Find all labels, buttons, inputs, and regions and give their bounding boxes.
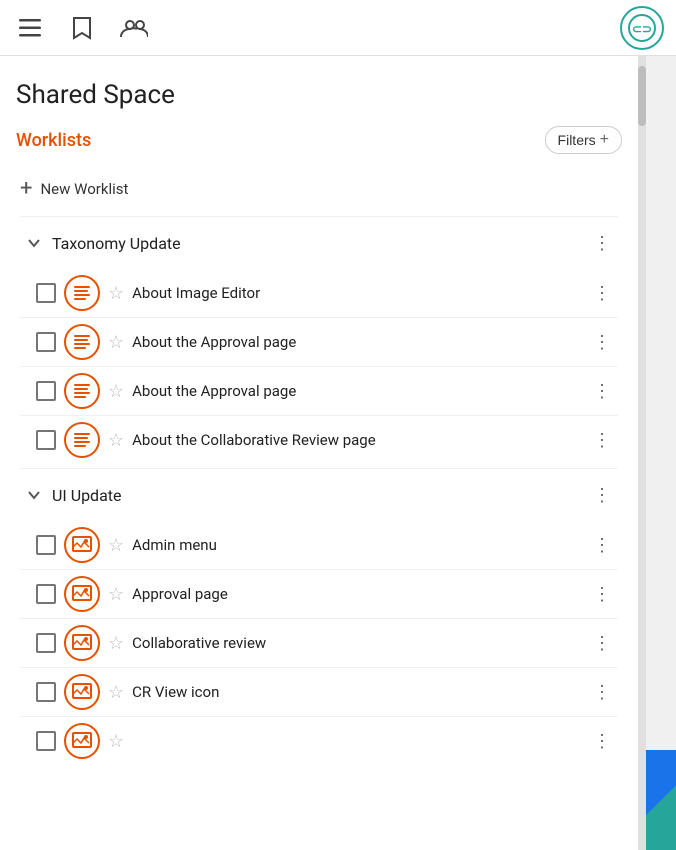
filters-plus-icon: +	[600, 131, 609, 149]
right-decoration	[646, 56, 676, 850]
item-label: Approval page	[132, 585, 578, 603]
list-item: ☆ About the Collaborative Review page ⋮	[32, 416, 622, 464]
document-icon	[70, 282, 94, 304]
item-checkbox[interactable]	[36, 381, 56, 401]
item-checkbox[interactable]	[36, 682, 56, 702]
filters-button[interactable]: Filters +	[545, 126, 622, 154]
item-label: About Image Editor	[132, 284, 578, 302]
item-more-button[interactable]: ⋮	[586, 277, 618, 309]
taxonomy-update-title: Taxonomy Update	[52, 234, 586, 253]
item-more-button[interactable]: ⋮	[586, 424, 618, 456]
item-more-button[interactable]: ⋮	[586, 375, 618, 407]
star-icon[interactable]: ☆	[108, 633, 124, 654]
item-label: About the Approval page	[132, 382, 578, 400]
star-icon[interactable]: ☆	[108, 430, 124, 451]
image-type-icon	[64, 576, 100, 612]
item-more-button[interactable]: ⋮	[586, 326, 618, 358]
ui-update-group-header[interactable]: UI Update ⋮	[16, 469, 622, 521]
doc-type-icon	[64, 373, 100, 409]
main-container: Shared Space Worklists Filters + + New W…	[0, 56, 676, 850]
list-item: ☆ ⋮	[32, 717, 622, 765]
panel-content: Shared Space Worklists Filters + + New W…	[0, 56, 638, 785]
list-item: ☆ About the Approval page ⋮	[32, 318, 622, 366]
new-worklist-label: New Worklist	[40, 180, 128, 198]
ui-update-chevron-icon	[20, 481, 48, 509]
star-icon[interactable]: ☆	[108, 332, 124, 353]
people-icon[interactable]	[116, 10, 152, 46]
item-label: About the Approval page	[132, 333, 578, 351]
page-title: Shared Space	[16, 80, 622, 110]
worklists-header: Worklists Filters +	[16, 126, 622, 154]
item-label: Collaborative review	[132, 634, 578, 652]
svg-text:⊂⊃: ⊂⊃	[632, 22, 652, 36]
item-label: CR View icon	[132, 683, 578, 701]
list-item: ☆ Approval page ⋮	[32, 570, 622, 618]
document-icon	[70, 380, 94, 402]
star-icon[interactable]: ☆	[108, 731, 124, 752]
document-icon	[70, 331, 94, 353]
filters-label: Filters	[558, 132, 596, 148]
star-icon[interactable]: ☆	[108, 535, 124, 556]
worklists-label: Worklists	[16, 130, 91, 151]
star-icon[interactable]: ☆	[108, 584, 124, 605]
worklist-group-ui-update: UI Update ⋮ ☆ Admin menu ⋮	[16, 469, 622, 765]
top-navigation: ⊂⊃	[0, 0, 676, 56]
taxonomy-update-group-header[interactable]: Taxonomy Update ⋮	[16, 217, 622, 269]
star-icon[interactable]: ☆	[108, 381, 124, 402]
star-icon[interactable]: ☆	[108, 682, 124, 703]
scrollbar-track[interactable]	[638, 56, 646, 850]
worklist-group-taxonomy-update: Taxonomy Update ⋮ ☆ Abo	[16, 217, 622, 464]
document-icon	[70, 429, 94, 451]
item-checkbox[interactable]	[36, 430, 56, 450]
doc-type-icon	[64, 275, 100, 311]
new-worklist-plus-icon: +	[20, 178, 32, 200]
image-type-icon	[64, 723, 100, 759]
item-more-button[interactable]: ⋮	[586, 578, 618, 610]
item-checkbox[interactable]	[36, 731, 56, 751]
doc-type-icon	[64, 422, 100, 458]
ui-update-more-button[interactable]: ⋮	[586, 479, 618, 511]
star-icon[interactable]: ☆	[108, 283, 124, 304]
list-item: ☆ Collaborative review ⋮	[32, 619, 622, 667]
item-checkbox[interactable]	[36, 633, 56, 653]
item-more-button[interactable]: ⋮	[586, 627, 618, 659]
item-more-button[interactable]: ⋮	[586, 676, 618, 708]
item-more-button[interactable]: ⋮	[586, 725, 618, 757]
image-type-icon	[64, 625, 100, 661]
menu-icon[interactable]	[12, 10, 48, 46]
list-item: ☆ CR View icon ⋮	[32, 668, 622, 716]
image-type-icon	[64, 674, 100, 710]
item-checkbox[interactable]	[36, 283, 56, 303]
scrollbar-thumb[interactable]	[638, 66, 646, 126]
ui-update-title: UI Update	[52, 486, 586, 505]
item-label: About the Collaborative Review page	[132, 431, 578, 449]
taxonomy-update-more-button[interactable]: ⋮	[586, 227, 618, 259]
image-type-icon	[64, 527, 100, 563]
item-checkbox[interactable]	[36, 584, 56, 604]
taxonomy-update-chevron-icon	[20, 229, 48, 257]
logo-icon[interactable]: ⊂⊃	[620, 6, 664, 50]
new-worklist-button[interactable]: + New Worklist	[16, 170, 622, 208]
main-panel: Shared Space Worklists Filters + + New W…	[0, 56, 638, 850]
item-label: Admin menu	[132, 536, 578, 554]
list-item: ☆ Admin menu ⋮	[32, 521, 622, 569]
doc-type-icon	[64, 324, 100, 360]
list-item: ☆ About Image Editor ⋮	[32, 269, 622, 317]
item-checkbox[interactable]	[36, 535, 56, 555]
item-more-button[interactable]: ⋮	[586, 529, 618, 561]
item-checkbox[interactable]	[36, 332, 56, 352]
bookmark-icon[interactable]	[64, 10, 100, 46]
list-item: ☆ About the Approval page ⋮	[32, 367, 622, 415]
decoration-block	[646, 750, 676, 850]
